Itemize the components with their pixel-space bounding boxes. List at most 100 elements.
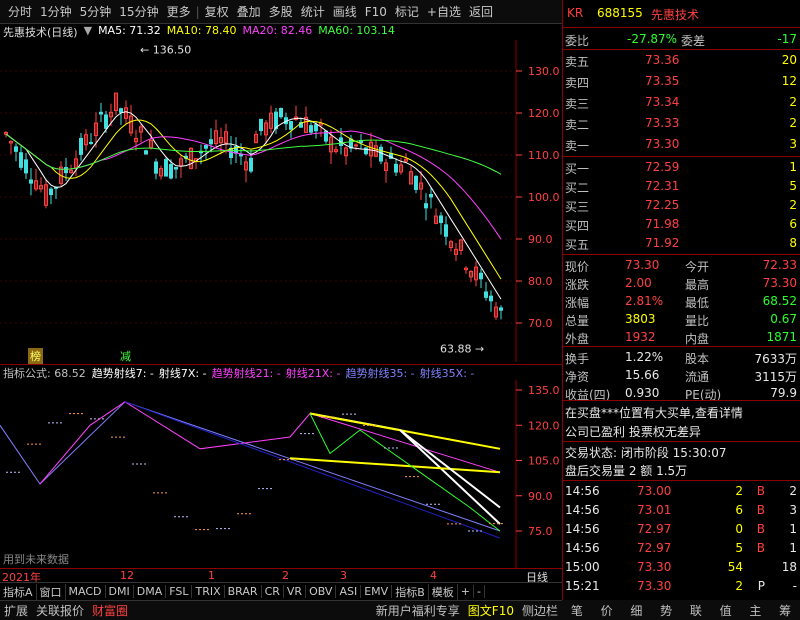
indicator-tab[interactable]: CR: [262, 585, 284, 598]
toolbar-item[interactable]: +自选: [423, 3, 465, 20]
side-tab[interactable]: 笔: [571, 602, 583, 619]
ma-label: MA10: 78.40: [166, 24, 237, 37]
bottom-right-item[interactable]: 侧边栏: [518, 602, 562, 619]
period-toolbar: 分时 1分钟 5分钟 15分钟 更多 | 复权 叠加 多股 统计 画线 F10 标记 +自选 返回: [0, 0, 562, 24]
bid-price[interactable]: 72.31: [645, 179, 679, 193]
ask-row: 卖四 73.35 12: [563, 72, 800, 91]
indicator-tab[interactable]: 模板: [429, 583, 458, 600]
side-tab[interactable]: 筹: [779, 602, 791, 619]
kline-chart[interactable]: 130.0 120.0 110.0 100.0 90.0 80.0 70.0 ← 136.50…: [0, 40, 562, 362]
stat-row: 净资 15.66 流通 3115万: [563, 366, 800, 385]
indicator-tab[interactable]: DMI: [106, 585, 134, 598]
indicator-name[interactable]: 指标公式: [3, 367, 47, 380]
indicator-tick-label: 105.0: [528, 455, 560, 468]
big-order-notice[interactable]: 在买盘***位置有大买单,查看详情: [565, 404, 743, 421]
stat-row: 涨幅 2.81% 最低 68.52: [563, 292, 800, 311]
stat-label: 换手: [565, 352, 590, 366]
indicator-tab[interactable]: -: [474, 585, 485, 598]
toolbar-item[interactable]: 标记: [391, 3, 423, 20]
bid-price[interactable]: 71.92: [645, 236, 679, 250]
toolbar-item[interactable]: F10: [361, 5, 391, 19]
toolbar-item[interactable]: 叠加: [233, 3, 265, 20]
price-tick-label: 110.0: [528, 149, 560, 162]
indicator-tab[interactable]: ASI: [336, 585, 362, 598]
ask-price[interactable]: 73.30: [645, 137, 679, 151]
bottom-item[interactable]: 财富圈: [88, 602, 132, 619]
bid-price[interactable]: 71.98: [645, 217, 679, 231]
time-axis-label: 12: [120, 569, 134, 582]
ask-price[interactable]: 73.34: [645, 95, 679, 109]
bottom-item[interactable]: 关联报价: [32, 602, 88, 619]
tick-row: 14:56 73.00 2 B 2: [563, 482, 800, 501]
divider: [563, 346, 800, 347]
bid-row: 买五 71.92 8: [563, 234, 800, 253]
candle-body: [14, 146, 18, 152]
indicator-chart[interactable]: 135.0 120.0 105.0 90.0 75.0: [0, 380, 562, 568]
indicator-tab[interactable]: 指标A: [0, 583, 37, 600]
ask-price[interactable]: 73.35: [645, 74, 679, 88]
stat-value: 1.22%: [625, 350, 664, 364]
indicator-tab[interactable]: DMA: [134, 585, 167, 598]
stat-value: 0.67: [770, 312, 797, 326]
notice-row: 在买盘***位置有大买单,查看详情: [563, 402, 800, 421]
side-tab[interactable]: 联: [690, 602, 702, 619]
event-markers: 榜 减: [0, 348, 520, 364]
stat-value: 68.52: [762, 294, 797, 308]
indicator-tab[interactable]: BRAR: [225, 585, 262, 598]
indicator-tick-label: 120.0: [528, 419, 560, 432]
indicator-tab[interactable]: EMV: [361, 585, 393, 598]
side-tab[interactable]: 值: [720, 602, 732, 619]
candle-body: [414, 175, 418, 190]
bid-price[interactable]: 72.25: [645, 198, 679, 212]
candle-body: [484, 291, 488, 298]
candle-body: [79, 137, 83, 155]
indicator-tab[interactable]: 指标B: [392, 583, 429, 600]
toolbar-item[interactable]: 画线: [329, 3, 361, 20]
indicator-tab[interactable]: 窗口: [37, 583, 66, 600]
ma-label: MA60: 103.14: [318, 24, 395, 37]
bid-volume: 2: [789, 198, 797, 212]
high-price-label: ← 136.50: [140, 44, 191, 57]
bottom-item[interactable]: 扩展: [0, 602, 32, 619]
toolbar-item[interactable]: 分时: [4, 3, 36, 20]
candle-body: [24, 159, 28, 174]
tick-count: 1: [789, 522, 797, 536]
stat-label: 涨幅: [565, 296, 590, 310]
toolbar-item[interactable]: 更多: [163, 3, 195, 20]
indicator-tab[interactable]: OBV: [306, 585, 337, 598]
side-tab[interactable]: 细: [630, 602, 642, 619]
stat-value: 2.00: [625, 276, 652, 290]
indicator-tab[interactable]: MACD: [66, 585, 106, 598]
side-tab[interactable]: 势: [660, 602, 672, 619]
indicator-tab[interactable]: +: [458, 585, 474, 598]
toolbar-item[interactable]: 统计: [297, 3, 329, 20]
indicator-tab[interactable]: FSL: [166, 585, 193, 598]
bottom-right-item[interactable]: 图文F10: [464, 602, 518, 619]
stat-label: 股本: [685, 352, 710, 366]
toolbar-item[interactable]: 返回: [465, 3, 497, 20]
toolbar-item[interactable]: 5分钟: [76, 3, 116, 20]
tick-price: 73.30: [637, 579, 672, 593]
ask-volume: 2: [789, 116, 797, 130]
toolbar-item[interactable]: 多股: [265, 3, 297, 20]
chevron-down-icon[interactable]: ▼: [84, 24, 92, 40]
main-chart-header: 先惠技术(日线) ▼ MA5: 71.32 MA10: 78.40 MA20: 82…: [0, 24, 562, 40]
bid-price[interactable]: 72.59: [645, 160, 679, 174]
ask-label: 卖三: [565, 97, 590, 111]
toolbar-item[interactable]: 15分钟: [115, 3, 162, 20]
ask-price[interactable]: 73.36: [645, 53, 679, 67]
stat-row: 总量 3803 量比 0.67: [563, 310, 800, 329]
toolbar-item[interactable]: 复权: [201, 3, 233, 20]
indicator-tab[interactable]: VR: [284, 585, 307, 598]
ask-price[interactable]: 73.33: [645, 116, 679, 130]
side-tab[interactable]: 主: [749, 602, 761, 619]
indicator-tabs: 指标A 窗口 MACD DMI DMA FSL TRIX BRAR CR VR OBV ASI EMV 指…: [0, 582, 562, 600]
indicator-tab[interactable]: TRIX: [192, 585, 225, 598]
bottom-right-item[interactable]: 新用户福利专享: [372, 602, 464, 619]
marker-bang[interactable]: 榜: [28, 348, 43, 364]
bid-label: 买四: [565, 219, 590, 233]
side-tab[interactable]: 价: [601, 602, 613, 619]
marker-jian[interactable]: 减: [120, 348, 131, 364]
stat-label: 最低: [685, 296, 710, 310]
toolbar-item[interactable]: 1分钟: [36, 3, 76, 20]
